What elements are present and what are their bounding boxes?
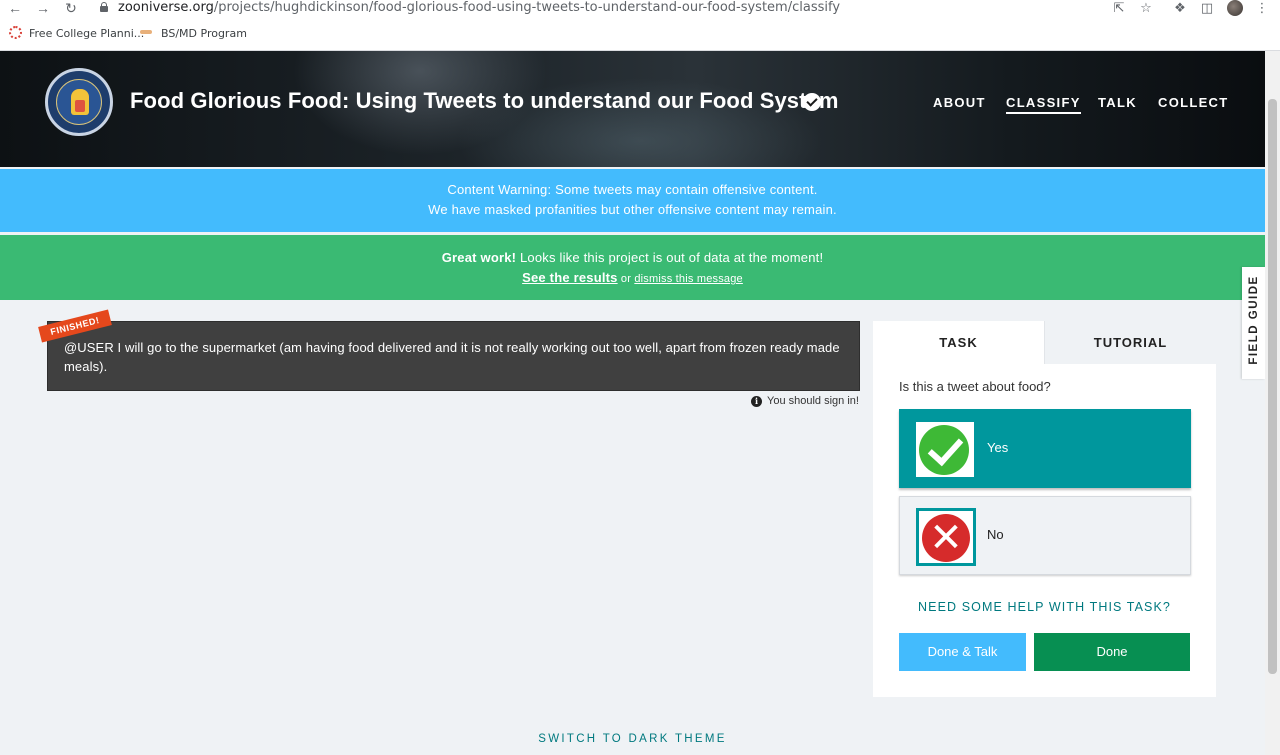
project-title[interactable]: Food Glorious Food: Using Tweets to unde… [130, 88, 839, 114]
answer-label: No [987, 527, 1004, 542]
menu-dots-icon[interactable]: ⋮ [1253, 0, 1271, 16]
url-path: /projects/hughdickinson/food-glorious-fo… [213, 0, 841, 15]
answer-image [916, 422, 974, 477]
logo-emblem [56, 79, 102, 125]
finished-banner: Great work! Looks like this project is o… [0, 235, 1265, 300]
warning-line-1: Content Warning: Some tweets may contain… [447, 182, 818, 197]
x-icon: ✕ [922, 514, 970, 562]
answer-image: ✕ [916, 508, 976, 566]
profile-avatar[interactable] [1227, 0, 1243, 16]
address-bar[interactable]: zooniverse.org/projects/hughdickinson/fo… [118, 0, 840, 16]
side-panel-icon[interactable]: ◫ [1198, 0, 1216, 16]
warning-line-2: We have masked profanities but other off… [428, 202, 837, 217]
done-button[interactable]: Done [1034, 633, 1190, 671]
page-scrollbar[interactable] [1265, 51, 1280, 755]
dismiss-message-link[interactable]: dismiss this message [634, 273, 743, 285]
reload-icon[interactable]: ↻ [62, 0, 80, 16]
nav-collect[interactable]: COLLECT [1158, 95, 1228, 110]
done-and-talk-button[interactable]: Done & Talk [899, 633, 1026, 671]
url-host: zooniverse.org [118, 0, 214, 15]
star-icon[interactable]: ☆ [1137, 0, 1155, 16]
extensions-icon[interactable]: ❖ [1171, 0, 1189, 16]
task-question: Is this a tweet about food? [899, 379, 1051, 394]
lock-icon[interactable] [100, 2, 108, 12]
task-help-link[interactable]: NEED SOME HELP WITH THIS TASK? [873, 600, 1216, 614]
nav-about[interactable]: ABOUT [933, 95, 986, 110]
bookmark-label: Free College Planni... [29, 27, 145, 40]
banner-text: Looks like this project is out of data a… [516, 250, 824, 265]
bookmark-bsmd[interactable]: BS/MD Program [140, 26, 247, 42]
bookmarks-bar: Free College Planni... BS/MD Program [0, 18, 1280, 51]
tab-tutorial[interactable]: TUTORIAL [1044, 321, 1216, 364]
field-guide-tab[interactable]: FIELD GUIDE [1242, 267, 1265, 379]
college-logo-icon [9, 26, 22, 39]
check-icon [919, 425, 969, 475]
scrollbar-thumb[interactable] [1268, 99, 1277, 674]
content-warning-banner: Content Warning: Some tweets may contain… [0, 169, 1265, 232]
nav-classify[interactable]: CLASSIFY [1006, 95, 1081, 114]
bookmark-favicon-icon [140, 30, 152, 34]
nav-talk[interactable]: TALK [1098, 95, 1137, 110]
bookmark-label: BS/MD Program [161, 27, 247, 40]
field-guide-label: FIELD GUIDE [1248, 275, 1260, 365]
tab-task[interactable]: TASK [873, 321, 1044, 364]
tweet-text: @USER I will go to the supermarket (am h… [64, 340, 840, 374]
bookmark-free-college[interactable]: Free College Planni... [9, 26, 144, 42]
project-header: Food Glorious Food: Using Tweets to unde… [0, 51, 1265, 167]
subject-viewer: @USER I will go to the supermarket (am h… [47, 321, 860, 391]
back-arrow-icon[interactable]: ← [6, 0, 24, 16]
switch-dark-theme-link[interactable]: SWITCH TO DARK THEME [0, 733, 1265, 745]
verified-badge-icon [803, 93, 821, 111]
banner-strong: Great work! [441, 250, 517, 265]
logo-figure-detail [75, 100, 85, 112]
answer-yes[interactable]: Yes [899, 409, 1191, 488]
share-icon[interactable]: ⇱ [1110, 0, 1128, 16]
task-panel: TASK TUTORIAL Is this a tweet about food… [873, 321, 1216, 697]
see-results-link[interactable]: See the results [522, 270, 618, 285]
sign-in-note[interactable]: i You should sign in! [751, 394, 859, 408]
forward-arrow-icon[interactable]: → [34, 0, 52, 16]
answer-label: Yes [987, 440, 1009, 455]
banner-or: or [617, 273, 635, 285]
browser-toolbar: ← → ↻ zooniverse.org/projects/hughdickin… [0, 0, 1280, 18]
info-icon: i [751, 396, 762, 407]
project-logo[interactable] [45, 68, 113, 136]
sign-in-text: You should sign in! [767, 395, 859, 407]
answer-no[interactable]: ✕ No [899, 496, 1191, 575]
